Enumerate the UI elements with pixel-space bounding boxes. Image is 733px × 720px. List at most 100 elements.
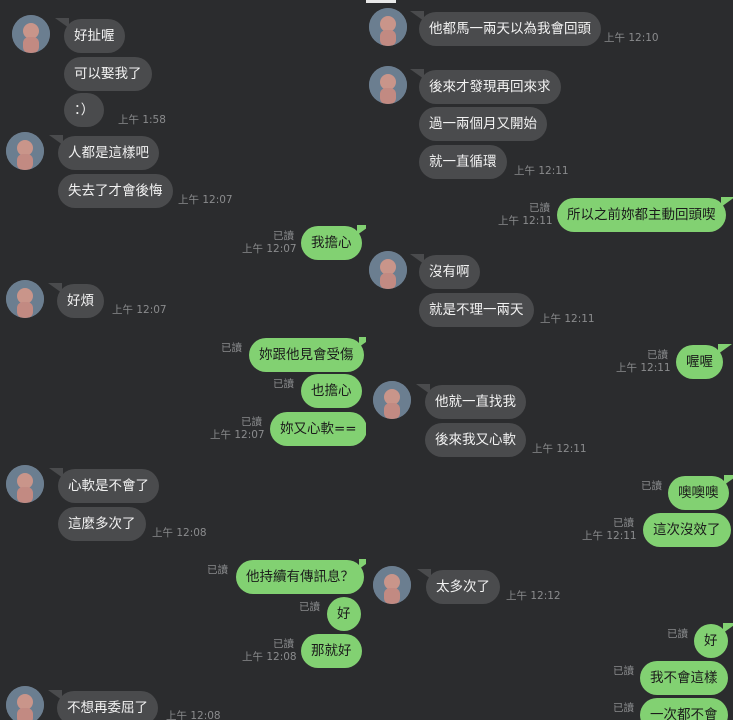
message-time: 上午 12:11	[616, 362, 671, 374]
message-bubble[interactable]: 所以之前妳都主動回頭喫	[557, 197, 733, 232]
message-bubble[interactable]: 就是不理一兩天	[419, 293, 534, 327]
chat-column-right[interactable]: 他都馬一兩天以為我會回頭 上午 12:10 後來才發現再回來求 過一兩個月又開始…	[366, 0, 733, 720]
message-text: 好扯喔	[74, 28, 115, 44]
message-text: 好	[337, 606, 351, 622]
message-text: 失去了才會後悔	[68, 183, 163, 199]
avatar-image	[6, 465, 44, 503]
avatar[interactable]	[369, 251, 407, 289]
message-time: 上午 1:58	[118, 114, 166, 126]
message-text: 所以之前妳都主動回頭喫	[567, 207, 716, 223]
message-text: 我不會這樣	[650, 670, 718, 686]
avatar[interactable]	[6, 686, 44, 720]
message-meta: 已讀	[212, 342, 242, 355]
message-bubble[interactable]: 我不會這樣	[640, 661, 728, 695]
message-bubble[interactable]: 他就一直找我	[416, 384, 526, 419]
message-bubble[interactable]: 好	[327, 597, 361, 631]
message-text: 妳跟他見會受傷	[259, 347, 354, 363]
message-text: 他持續有傳訊息？	[246, 569, 354, 585]
message-text: 就是不理一兩天	[429, 302, 524, 318]
message-bubble[interactable]: 後來我又心軟	[425, 423, 526, 457]
avatar-image	[369, 66, 407, 104]
read-receipt: 已讀	[273, 378, 294, 390]
avatar[interactable]	[369, 8, 407, 46]
message-time: 上午 12:11	[582, 530, 637, 542]
message-bubble[interactable]: 他持續有傳訊息？	[236, 559, 366, 594]
message-meta: 上午 12:08	[166, 710, 221, 720]
read-receipt: 已讀	[667, 628, 688, 640]
message-meta: 已讀 上午 12:11	[498, 202, 553, 228]
read-receipt: 已讀	[641, 480, 662, 492]
avatar[interactable]	[12, 15, 50, 53]
message-time: 上午 12:11	[514, 165, 569, 177]
message-bubble[interactable]: 好扯喔	[55, 18, 125, 53]
message-text: 這麼多次了	[68, 516, 136, 532]
avatar[interactable]	[6, 132, 44, 170]
message-text: 一次都不會	[650, 707, 718, 720]
message-time: 上午 12:08	[152, 527, 207, 539]
message-meta: 上午 12:10	[604, 32, 659, 45]
avatar[interactable]	[6, 280, 44, 318]
read-receipt: 已讀	[529, 202, 550, 214]
message-meta: 已讀 上午 12:08	[242, 638, 297, 664]
message-bubble[interactable]: 不想再委屈了	[48, 690, 158, 720]
message-bubble[interactable]: 過一兩個月又開始	[419, 107, 547, 141]
message-text: 喔喔	[686, 354, 713, 370]
message-bubble[interactable]: 也擔心	[301, 374, 362, 408]
avatar[interactable]	[373, 566, 411, 604]
avatar-image	[6, 280, 44, 318]
read-receipt: 已讀	[273, 230, 294, 242]
message-text: 沒有啊	[429, 264, 470, 280]
message-bubble[interactable]: 太多次了	[417, 569, 500, 604]
chat-column-left[interactable]: 好扯喔 可以娶我了 ：） 上午 1:58 人都是這樣吧 失去了才會後悔 上午 1…	[0, 0, 366, 720]
message-bubble[interactable]: 心軟是不會了	[49, 468, 159, 503]
message-meta: 上午 12:12	[506, 590, 561, 603]
message-bubble[interactable]: 好煩	[48, 283, 104, 318]
avatar-image	[12, 15, 50, 53]
message-bubble[interactable]: 沒有啊	[410, 254, 480, 289]
message-text: 好煩	[67, 293, 94, 309]
message-meta: 已讀	[658, 628, 688, 641]
message-meta: 上午 12:07	[178, 194, 233, 207]
message-time: 上午 12:08	[242, 651, 297, 663]
message-bubble[interactable]: 一次都不會	[640, 698, 728, 720]
message-text: 噢噢噢	[678, 485, 719, 501]
message-text: 這次沒效了	[653, 522, 721, 538]
message-bubble[interactable]: 就一直循環	[419, 145, 507, 179]
message-bubble[interactable]: 他都馬一兩天以為我會回頭	[410, 11, 601, 46]
avatar[interactable]	[6, 465, 44, 503]
message-text: 人都是這樣吧	[68, 145, 149, 161]
message-bubble[interactable]: ：）	[64, 93, 105, 127]
message-time: 上午 12:07	[210, 429, 265, 441]
message-bubble[interactable]: 可以娶我了	[64, 57, 152, 91]
message-time: 上午 12:11	[498, 215, 553, 227]
message-text: 他就一直找我	[435, 394, 516, 410]
message-meta: 已讀 上午 12:07	[210, 416, 265, 442]
message-time: 上午 12:07	[242, 243, 297, 255]
message-bubble[interactable]: 那就好	[301, 634, 362, 668]
message-text: 也擔心	[311, 383, 352, 399]
message-meta: 上午 12:11	[532, 443, 587, 456]
message-bubble[interactable]: 好	[694, 623, 733, 658]
message-bubble[interactable]: 人都是這樣吧	[49, 135, 159, 170]
message-bubble[interactable]: 妳又心軟==	[270, 412, 366, 446]
avatar[interactable]	[369, 66, 407, 104]
message-bubble[interactable]: 這次沒效了	[643, 513, 731, 547]
message-meta: 已讀	[604, 665, 634, 678]
message-bubble[interactable]: 我擔心	[301, 225, 366, 260]
message-text: 不想再委屈了	[67, 700, 148, 716]
avatar-image	[373, 566, 411, 604]
message-bubble[interactable]: 失去了才會後悔	[58, 174, 173, 208]
message-bubble[interactable]: 喔喔	[676, 344, 732, 379]
avatar[interactable]	[373, 381, 411, 419]
read-receipt: 已讀	[207, 564, 228, 576]
message-meta: 上午 12:11	[540, 313, 595, 326]
read-receipt: 已讀	[241, 416, 262, 428]
message-time: 上午 12:08	[166, 710, 221, 720]
message-bubble[interactable]: 後來才發現再回來求	[410, 69, 561, 104]
message-text: 就一直循環	[429, 154, 497, 170]
message-bubble[interactable]: 這麼多次了	[58, 507, 146, 541]
read-receipt: 已讀	[299, 601, 320, 613]
message-bubble[interactable]: 妳跟他見會受傷	[249, 337, 366, 372]
message-meta: 已讀 上午 12:11	[582, 517, 637, 543]
message-bubble[interactable]: 噢噢噢	[668, 475, 733, 510]
